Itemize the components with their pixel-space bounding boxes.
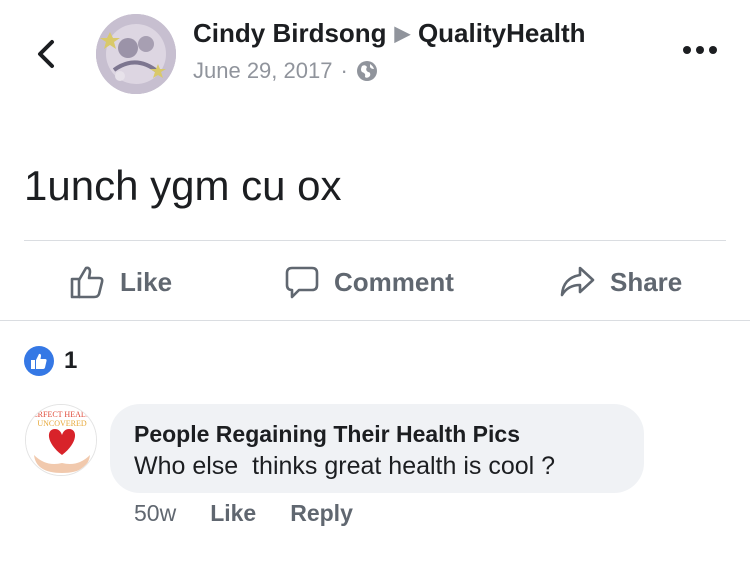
chevron-left-icon (38, 40, 54, 68)
meta-separator: · (340, 58, 348, 83)
divider (24, 240, 726, 241)
globe-icon (356, 61, 377, 81)
author-avatar[interactable] (96, 14, 176, 94)
commenter-name[interactable]: People Regaining Their Health Pics (134, 421, 520, 448)
post-date[interactable]: June 29, 2017 (193, 58, 332, 84)
post-meta: June 29, 2017 · (193, 58, 378, 84)
post-author-line: Cindy Birdsong ▶ QualityHealth (193, 18, 586, 49)
comment-actions: 50w Like Reply (134, 500, 353, 527)
like-label: Like (120, 266, 173, 297)
more-options-button[interactable] (680, 38, 720, 62)
like-button[interactable]: Like (68, 262, 172, 302)
comment-text: Who else thinks great health is cool ? (134, 452, 556, 480)
commenter-avatar[interactable]: PERFECT HEALTH UNCOVERED (25, 404, 97, 476)
divider (0, 320, 750, 321)
avatar-caption-top: PERFECT HEALTH (28, 410, 96, 419)
avatar-caption-bottom: UNCOVERED (37, 419, 87, 428)
like-reaction-icon (24, 346, 54, 376)
avatar-image (96, 14, 176, 94)
comment-time[interactable]: 50w (134, 500, 176, 527)
target-page-name[interactable]: QualityHealth (418, 18, 586, 48)
reaction-count: 1 (64, 347, 78, 374)
thumbs-up-icon (70, 266, 104, 299)
share-button[interactable]: Share (558, 262, 682, 302)
share-label: Share (610, 266, 683, 297)
arrow-right-icon: ▶ (394, 23, 410, 45)
comment-bubble-icon (285, 266, 319, 299)
commenter-avatar-image: PERFECT HEALTH UNCOVERED (26, 405, 96, 475)
comment-button[interactable]: Comment (284, 262, 454, 302)
comment-reply-link[interactable]: Reply (290, 500, 353, 527)
more-dots-icon (683, 46, 717, 54)
reactions-summary[interactable]: 1 (24, 346, 77, 376)
back-button[interactable] (30, 34, 66, 74)
comment-label: Comment (334, 266, 454, 297)
comment-like-link[interactable]: Like (210, 500, 256, 527)
author-name[interactable]: Cindy Birdsong (193, 18, 387, 48)
post-text: 1unch ygm cu ox (24, 162, 342, 209)
share-arrow-icon (560, 266, 595, 297)
